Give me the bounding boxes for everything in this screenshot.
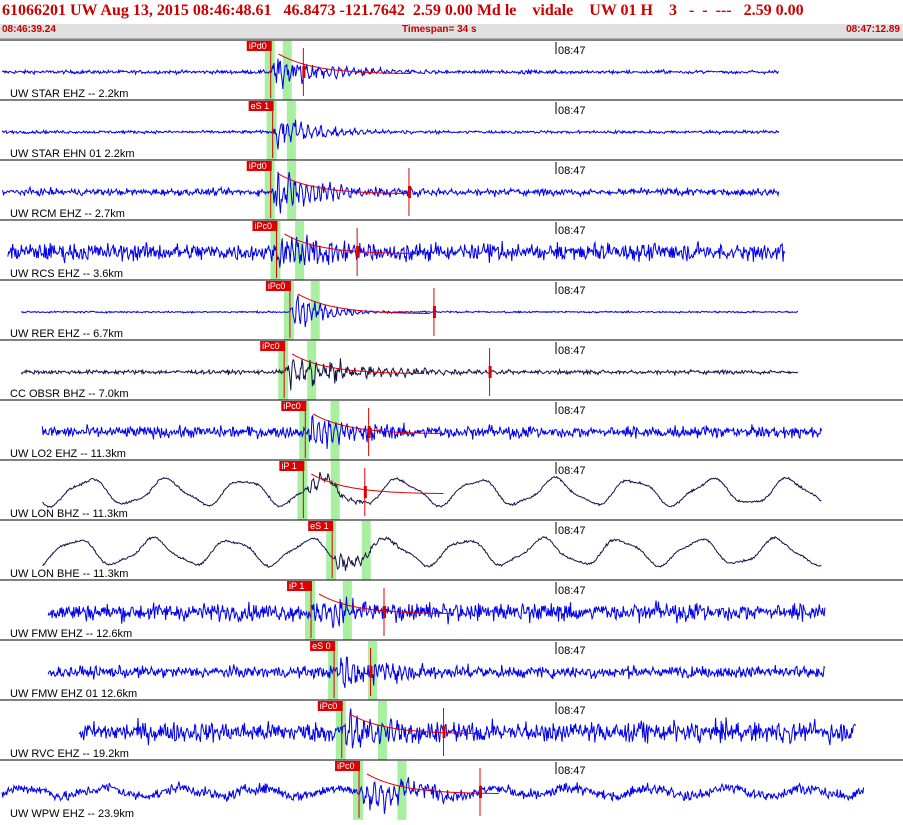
station-label: UW LO2 EHZ -- 11.3km: [10, 448, 126, 460]
station-label: UW RCS EHZ -- 3.6km: [10, 268, 123, 280]
pick-label: iP 1: [289, 581, 304, 591]
waveform: [42, 471, 822, 509]
waveform: [1, 119, 780, 150]
waveform: [1, 58, 780, 90]
pick-window: [286, 101, 296, 160]
time-marker-label: 08:47: [558, 525, 586, 537]
coda-mark-box: [367, 426, 371, 438]
station-label: UW WPW EHZ -- 23.9km: [10, 808, 134, 820]
station-label: UW STAR EHZ -- 2.2km: [10, 88, 128, 100]
station-label: UW RER EHZ -- 6.7km: [10, 328, 123, 340]
coda-mark-box: [442, 726, 446, 738]
start-time-label: 08:46:39.24: [2, 24, 56, 35]
time-marker-label: 08:47: [558, 405, 586, 417]
coda-mark-box: [363, 486, 367, 498]
trace-panel: 08:47 iPc0 UW RER EHZ -- 6.7km: [0, 279, 903, 340]
pick-window: [361, 521, 371, 580]
time-marker-label: 08:47: [558, 225, 586, 237]
seismogram-traces: 08:47 iPd0 UW STAR EHZ -- 2.2km 08:47 eS 1 UW…: [0, 39, 903, 820]
time-marker-label: 08:47: [558, 705, 586, 717]
time-marker-label: 08:47: [558, 465, 586, 477]
pick-window: [330, 461, 340, 520]
station-label: UW FMW EHZ 01 12.6km: [10, 688, 137, 700]
trace-panel: 08:47 iPc0 CC OBSR BHZ -- 7.0km: [0, 339, 903, 400]
pick-label: eS 0: [312, 641, 331, 651]
time-marker-label: 08:47: [558, 165, 586, 177]
pick-label: iPc0: [337, 761, 355, 771]
waveform: [20, 358, 799, 391]
trace-panel: 08:47 iPd0 UW RCM EHZ -- 2.7km: [0, 159, 903, 220]
waveform: [47, 596, 826, 629]
time-marker-label: 08:47: [558, 645, 586, 657]
time-marker-label: 08:47: [558, 585, 586, 597]
coda-mark-box: [302, 66, 306, 78]
station-label: UW STAR EHN 01 2.2km: [10, 148, 135, 160]
time-marker-label: 08:47: [558, 105, 586, 117]
trace-panel: 08:47 eS 1 UW STAR EHN 01 2.2km: [0, 99, 903, 160]
event-title: 61066201 UW Aug 13, 2015 08:46:48.61 46.…: [2, 2, 804, 19]
coda-curve: [278, 173, 411, 194]
pick-label: iPc0: [254, 221, 272, 231]
waveform: [42, 535, 822, 571]
waveform: [78, 708, 857, 749]
pick-label: eS 1: [251, 101, 270, 111]
coda-mark-box: [383, 606, 386, 618]
station-label: UW RCM EHZ -- 2.7km: [10, 208, 125, 220]
station-label: UW LON BHZ -- 11.3km: [10, 508, 128, 520]
waveform: [7, 234, 786, 268]
pick-label: iPd0: [249, 41, 267, 51]
waveform: [41, 414, 822, 449]
pick-label: iPc0: [262, 341, 280, 351]
station-label: CC OBSR BHZ -- 7.0km: [10, 388, 129, 400]
pick-window: [287, 161, 297, 220]
trace-panel: 08:47 iPc0 UW WPW EHZ -- 23.9km: [0, 759, 903, 820]
pick-label: iPc0: [320, 701, 338, 711]
waveform: [21, 295, 799, 328]
timespan-label: Timespan= 34 s: [402, 24, 477, 35]
coda-mark-box: [407, 186, 411, 198]
time-marker-label: 08:47: [558, 45, 586, 57]
trace-panel: 08:47 iP 1 UW FMW EHZ -- 12.6km: [0, 579, 903, 640]
event-title-bar: 61066201 UW Aug 13, 2015 08:46:48.61 46.…: [0, 0, 903, 24]
trace-panel: 08:47 iPc0 UW RVC EHZ -- 19.2km: [0, 699, 903, 760]
coda-mark-box: [356, 246, 360, 258]
time-marker-label: 08:47: [558, 345, 586, 357]
coda-curve: [284, 233, 417, 254]
time-marker-label: 08:47: [558, 765, 586, 777]
coda-curve: [278, 53, 411, 74]
trace-panel: 08:47 iPd0 UW STAR EHZ -- 2.2km: [0, 39, 903, 100]
coda-mark-box: [369, 666, 373, 678]
trace-panel: 08:47 iPc0 UW LO2 EHZ -- 11.3km: [0, 399, 903, 460]
trace-panel: 08:47 iPc0 UW RCS EHZ -- 3.6km: [0, 219, 903, 280]
coda-mark-box: [488, 366, 492, 378]
pick-label: iP 1: [281, 461, 296, 471]
trace-panel: 08:47 iP 1 UW LON BHZ -- 11.3km: [0, 459, 903, 520]
time-marker-label: 08:47: [558, 285, 586, 297]
station-label: UW RVC EHZ -- 19.2km: [10, 748, 129, 760]
waveform: [47, 656, 826, 689]
seismogram-panel: 08:47 iPd0 UW STAR EHZ -- 2.2km 08:47 eS 1 UW…: [0, 39, 903, 820]
coda-mark-box: [432, 306, 436, 318]
trace-panel: 08:47 eS 0 UW FMW EHZ 01 12.6km: [0, 639, 903, 700]
station-label: UW LON BHE -- 11.3km: [10, 568, 128, 580]
station-label: UW FMW EHZ -- 12.6km: [10, 628, 132, 640]
pick-label: iPc0: [268, 281, 286, 291]
pick-label: iPd0: [249, 161, 267, 171]
pick-label: iPc0: [283, 401, 301, 411]
pick-window: [330, 401, 340, 460]
pick-label: eS 1: [310, 521, 329, 531]
trace-panel: 08:47 eS 1 UW LON BHE -- 11.3km: [0, 519, 903, 580]
time-range-bar: 08:46:39.24 Timespan= 34 s 08:47:12.89: [0, 24, 903, 39]
coda-mark-box: [479, 786, 482, 798]
end-time-label: 08:47:12.89: [846, 24, 900, 35]
